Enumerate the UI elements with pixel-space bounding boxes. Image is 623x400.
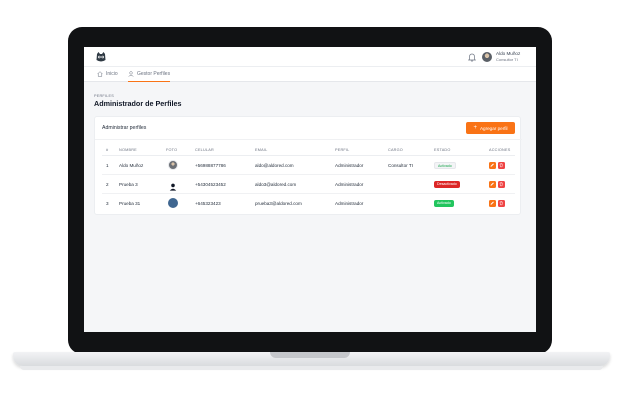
user-avatar[interactable]	[482, 52, 492, 62]
row-cargo: Consultor TI	[388, 163, 413, 168]
nav-item-label: Inicio	[106, 71, 118, 77]
row-name: Aldo Muñoz	[119, 163, 144, 168]
add-profile-label: Agregar perfil	[479, 125, 508, 131]
profiles-card: Administrar perfiles + Agregar perfil # …	[94, 116, 522, 215]
user-name[interactable]: Aldo Muñoz	[496, 51, 520, 56]
column-header-email[interactable]: EMAIL	[255, 148, 267, 152]
status-badge: Desactivado	[434, 181, 460, 188]
row-name: Prueba 31	[119, 201, 141, 206]
table-row[interactable]: 2 Prueba 3 +54304523452 aldo3@aldored.co…	[102, 175, 515, 194]
plus-icon: +	[473, 125, 477, 131]
row-email: prueba3@aldored.com	[255, 201, 302, 206]
profile-photo	[168, 198, 178, 208]
row-phone: +56988877786	[195, 163, 226, 168]
edit-button[interactable]	[489, 162, 496, 169]
user-role: Consultor TI	[496, 57, 518, 62]
profile-photo	[168, 179, 178, 191]
row-name: Prueba 3	[119, 182, 138, 187]
nav-item-inicio[interactable]: Inicio	[97, 71, 118, 82]
nav-item-gestor-perfiles[interactable]: Gestor Perfiles	[128, 71, 171, 82]
person-placeholder-icon	[169, 183, 177, 191]
nav-item-label: Gestor Perfiles	[137, 71, 171, 77]
row-email: aldo@aldored.com	[255, 163, 294, 168]
column-header-foto: FOTO	[166, 148, 178, 152]
column-header-nombre[interactable]: NOMBRE	[119, 148, 137, 152]
user-icon	[128, 71, 134, 77]
delete-button[interactable]	[498, 162, 505, 169]
table-row[interactable]: 3 Prueba 31 +645323423 prueba3@aldored.c…	[102, 194, 515, 213]
column-header-num: #	[106, 148, 109, 152]
pencil-icon	[490, 163, 495, 168]
status-badge: Activado	[434, 200, 454, 207]
app-logo-icon[interactable]	[95, 51, 107, 63]
column-header-cargo[interactable]: CARGO	[388, 148, 403, 152]
row-role: Administrador	[335, 182, 364, 187]
row-phone: +54304523452	[195, 182, 226, 187]
row-email: aldo3@aldored.com	[255, 182, 297, 187]
pencil-icon	[490, 182, 495, 187]
table-row[interactable]: 1 Aldo Muñoz +56988877786 aldo@aldored.c…	[102, 156, 515, 175]
column-header-perfil[interactable]: PERFIL	[335, 148, 350, 152]
trash-icon	[499, 163, 503, 168]
home-icon	[97, 71, 103, 77]
trash-icon	[499, 182, 503, 187]
column-header-celular[interactable]: CELULAR	[195, 148, 214, 152]
row-phone: +645323423	[195, 201, 221, 206]
page-title: Administrador de Perfiles	[94, 99, 182, 108]
pencil-icon	[490, 201, 495, 206]
row-number: 2	[106, 182, 109, 187]
edit-button[interactable]	[489, 200, 496, 207]
column-header-acciones: ACCIONES	[489, 148, 511, 152]
app-screen: Aldo Muñoz Consultor TI Inicio Gestor Pe…	[84, 47, 536, 332]
row-role: Administrador	[335, 201, 364, 206]
main-nav: Inicio Gestor Perfiles	[84, 67, 536, 82]
delete-button[interactable]	[498, 200, 505, 207]
top-bar: Aldo Muñoz Consultor TI	[84, 47, 536, 67]
delete-button[interactable]	[498, 181, 505, 188]
row-number: 1	[106, 163, 109, 168]
status-badge: Activado	[434, 162, 456, 169]
laptop-notch	[270, 352, 350, 358]
bell-icon[interactable]	[468, 53, 476, 62]
divider	[95, 139, 522, 140]
laptop-shadow	[20, 366, 603, 370]
row-role: Administrador	[335, 163, 364, 168]
add-profile-button[interactable]: + Agregar perfil	[466, 122, 515, 134]
row-number: 3	[106, 201, 109, 206]
breadcrumb: PERFILES	[94, 94, 114, 98]
edit-button[interactable]	[489, 181, 496, 188]
column-header-estado[interactable]: ESTADO	[434, 148, 451, 152]
card-title: Administrar perfiles	[102, 125, 147, 131]
trash-icon	[499, 201, 503, 206]
profile-photo	[168, 160, 178, 170]
